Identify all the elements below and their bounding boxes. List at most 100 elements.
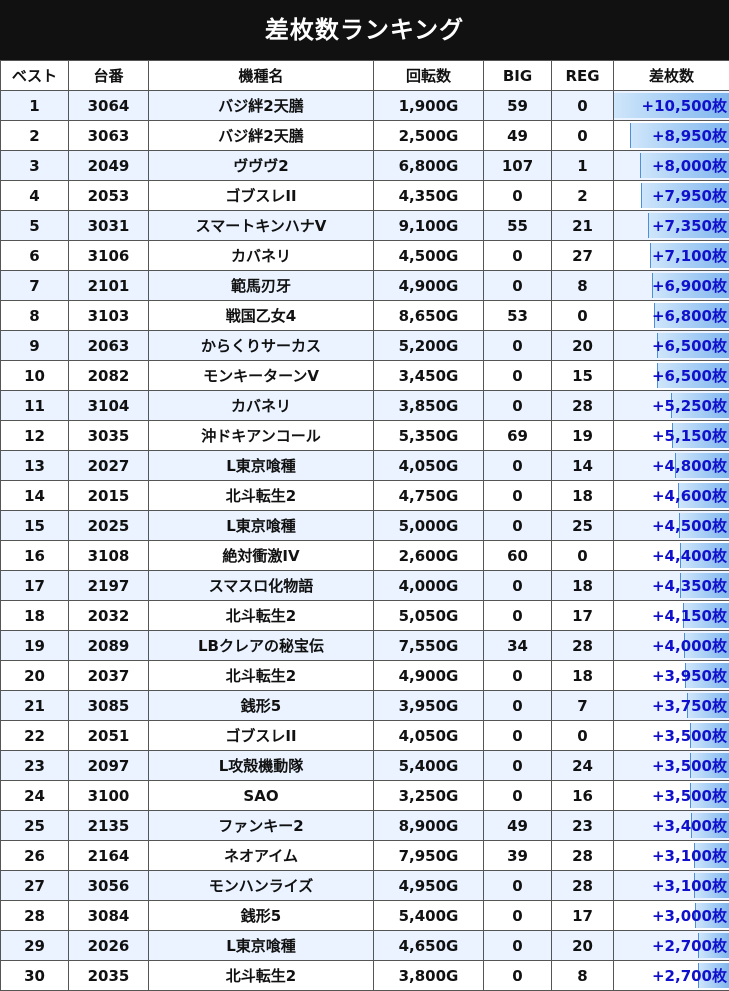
- diff-value: +4,150枚: [652, 607, 727, 625]
- table-row[interactable]: 132027L東京喰種4,050G014+4,800枚: [1, 451, 729, 481]
- table-row[interactable]: 292026L東京喰種4,650G020+2,700枚: [1, 931, 729, 961]
- diff-cell: +5,150枚: [614, 421, 729, 451]
- reg-cell: 7: [552, 691, 614, 721]
- reg-cell: 18: [552, 661, 614, 691]
- reg-cell: 25: [552, 511, 614, 541]
- header-spins[interactable]: 回転数: [374, 61, 484, 91]
- table-row[interactable]: 302035北斗転生23,800G08+2,700枚: [1, 961, 729, 991]
- rank-cell: 5: [1, 211, 69, 241]
- table-row[interactable]: 192089LBクレアの秘宝伝7,550G3428+4,000枚: [1, 631, 729, 661]
- rank-cell: 27: [1, 871, 69, 901]
- table-row[interactable]: 232097L攻殻機動隊5,400G024+3,500枚: [1, 751, 729, 781]
- machine-number-cell: 3031: [69, 211, 149, 241]
- machine-number-cell: 2101: [69, 271, 149, 301]
- table-row[interactable]: 273056モンハンライズ4,950G028+3,100枚: [1, 871, 729, 901]
- spins-cell: 4,650G: [374, 931, 484, 961]
- big-cell: 0: [484, 571, 552, 601]
- model-name-cell: スマートキンハナV: [149, 211, 374, 241]
- model-name-cell: 北斗転生2: [149, 961, 374, 991]
- machine-number-cell: 2051: [69, 721, 149, 751]
- table-row[interactable]: 243100SAO3,250G016+3,500枚: [1, 781, 729, 811]
- model-name-cell: L攻殻機動隊: [149, 751, 374, 781]
- diff-cell: +2,700枚: [614, 931, 729, 961]
- table-row[interactable]: 283084銭形55,400G017+3,000枚: [1, 901, 729, 931]
- reg-cell: 0: [552, 301, 614, 331]
- model-name-cell: バジ絆2天膳: [149, 91, 374, 121]
- rank-cell: 12: [1, 421, 69, 451]
- header-rank[interactable]: ベスト: [1, 61, 69, 91]
- model-name-cell: 銭形5: [149, 901, 374, 931]
- table-row[interactable]: 262164ネオアイム7,950G3928+3,100枚: [1, 841, 729, 871]
- header-diff[interactable]: 差枚数: [614, 61, 729, 91]
- model-name-cell: 北斗転生2: [149, 601, 374, 631]
- spins-cell: 9,100G: [374, 211, 484, 241]
- diff-cell: +4,350枚: [614, 571, 729, 601]
- spins-cell: 5,400G: [374, 751, 484, 781]
- table-row[interactable]: 182032北斗転生25,050G017+4,150枚: [1, 601, 729, 631]
- table-row[interactable]: 213085銭形53,950G07+3,750枚: [1, 691, 729, 721]
- table-row[interactable]: 222051ゴブスレII4,050G00+3,500枚: [1, 721, 729, 751]
- rank-cell: 18: [1, 601, 69, 631]
- header-machine-number[interactable]: 台番: [69, 61, 149, 91]
- model-name-cell: L東京喰種: [149, 931, 374, 961]
- rank-cell: 6: [1, 241, 69, 271]
- rank-cell: 23: [1, 751, 69, 781]
- table-row[interactable]: 123035沖ドキアンコール5,350G6919+5,150枚: [1, 421, 729, 451]
- rank-cell: 8: [1, 301, 69, 331]
- diff-cell: +4,150枚: [614, 601, 729, 631]
- spins-cell: 3,800G: [374, 961, 484, 991]
- header-reg[interactable]: REG: [552, 61, 614, 91]
- reg-cell: 28: [552, 841, 614, 871]
- table-row[interactable]: 172197スマスロ化物語4,000G018+4,350枚: [1, 571, 729, 601]
- model-name-cell: ファンキー2: [149, 811, 374, 841]
- big-cell: 55: [484, 211, 552, 241]
- table-row[interactable]: 63106カバネリ4,500G027+7,100枚: [1, 241, 729, 271]
- table-row[interactable]: 53031スマートキンハナV9,100G5521+7,350枚: [1, 211, 729, 241]
- table-row[interactable]: 113104カバネリ3,850G028+5,250枚: [1, 391, 729, 421]
- table-row[interactable]: 13064バジ絆2天膳1,900G590+10,500枚: [1, 91, 729, 121]
- big-cell: 0: [484, 901, 552, 931]
- spins-cell: 4,000G: [374, 571, 484, 601]
- diff-cell: +4,800枚: [614, 451, 729, 481]
- table-row[interactable]: 32049ヴヴヴ26,800G1071+8,000枚: [1, 151, 729, 181]
- table-row[interactable]: 72101範馬刃牙4,900G08+6,900枚: [1, 271, 729, 301]
- header-model-name[interactable]: 機種名: [149, 61, 374, 91]
- model-name-cell: ゴブスレII: [149, 181, 374, 211]
- table-row[interactable]: 23063バジ絆2天膳2,500G490+8,950枚: [1, 121, 729, 151]
- diff-value: +3,950枚: [652, 667, 727, 685]
- diff-cell: +6,500枚: [614, 361, 729, 391]
- page-title: 差枚数ランキング: [0, 0, 729, 60]
- header-big[interactable]: BIG: [484, 61, 552, 91]
- table-row[interactable]: 83103戦国乙女48,650G530+6,800枚: [1, 301, 729, 331]
- model-name-cell: 絶対衝激IV: [149, 541, 374, 571]
- table-row[interactable]: 92063からくりサーカス5,200G020+6,500枚: [1, 331, 729, 361]
- big-cell: 0: [484, 691, 552, 721]
- table-row[interactable]: 102082モンキーターンV3,450G015+6,500枚: [1, 361, 729, 391]
- table-row[interactable]: 202037北斗転生24,900G018+3,950枚: [1, 661, 729, 691]
- spins-cell: 4,900G: [374, 661, 484, 691]
- rank-cell: 11: [1, 391, 69, 421]
- big-cell: 34: [484, 631, 552, 661]
- table-row[interactable]: 142015北斗転生24,750G018+4,600枚: [1, 481, 729, 511]
- rank-cell: 19: [1, 631, 69, 661]
- reg-cell: 8: [552, 271, 614, 301]
- big-cell: 0: [484, 511, 552, 541]
- spins-cell: 7,550G: [374, 631, 484, 661]
- diff-value: +3,500枚: [652, 727, 727, 745]
- table-body: 13064バジ絆2天膳1,900G590+10,500枚23063バジ絆2天膳2…: [1, 91, 729, 991]
- table-row[interactable]: 42053ゴブスレII4,350G02+7,950枚: [1, 181, 729, 211]
- diff-value: +8,000枚: [652, 157, 727, 175]
- spins-cell: 5,400G: [374, 901, 484, 931]
- machine-number-cell: 3085: [69, 691, 149, 721]
- ranking-table: ベスト 台番 機種名 回転数 BIG REG 差枚数 13064バジ絆2天膳1,…: [0, 60, 729, 991]
- table-row[interactable]: 252135ファンキー28,900G4923+3,400枚: [1, 811, 729, 841]
- rank-cell: 2: [1, 121, 69, 151]
- table-row[interactable]: 152025L東京喰種5,000G025+4,500枚: [1, 511, 729, 541]
- diff-cell: +3,000枚: [614, 901, 729, 931]
- table-header-row: ベスト 台番 機種名 回転数 BIG REG 差枚数: [1, 61, 729, 91]
- reg-cell: 17: [552, 901, 614, 931]
- machine-number-cell: 2097: [69, 751, 149, 781]
- table-row[interactable]: 163108絶対衝激IV2,600G600+4,400枚: [1, 541, 729, 571]
- rank-cell: 7: [1, 271, 69, 301]
- big-cell: 0: [484, 661, 552, 691]
